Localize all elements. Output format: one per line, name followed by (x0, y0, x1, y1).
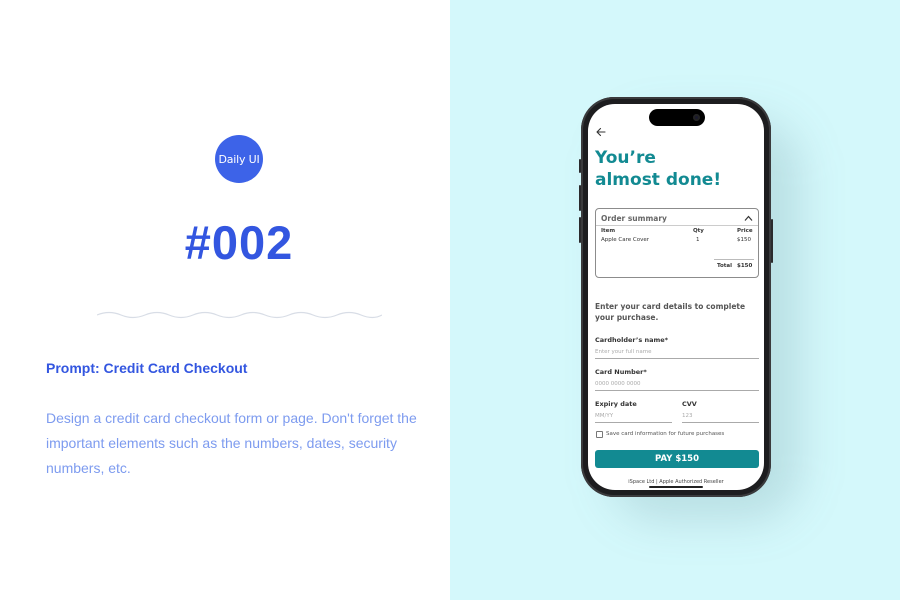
page-heading: You’re almost done! (595, 147, 721, 191)
pay-button[interactable]: PAY $150 (595, 450, 759, 468)
heading-line-1: You’re (595, 148, 656, 168)
phone-screen: You’re almost done! Order summary Item Q… (588, 104, 764, 490)
footer-text: iSpace Ltd | Apple Authorized Reseller (628, 479, 724, 485)
row-item: Apple Care Cover (601, 237, 649, 243)
total-divider (714, 259, 754, 260)
cardholder-name-input[interactable]: Enter your full name (595, 349, 651, 355)
phone-mute-button (579, 159, 581, 173)
heading-line-2: almost done! (595, 170, 722, 190)
column-header-item: Item (601, 228, 616, 234)
back-arrow-icon[interactable] (595, 126, 607, 138)
total-label: Total (717, 263, 733, 269)
column-header-price: Price (737, 228, 753, 234)
save-card-label: Save card information for future purchas… (606, 431, 725, 437)
left-panel: Daily UI #002 Prompt: Credit Card Checko… (0, 0, 450, 600)
expiry-date-underline (595, 422, 672, 423)
camera-icon (693, 114, 700, 121)
home-indicator (649, 486, 703, 488)
save-card-checkbox[interactable] (596, 431, 603, 438)
order-summary-title: Order summary (601, 214, 667, 223)
chevron-up-icon[interactable] (744, 215, 753, 222)
prompt-title: Prompt: Credit Card Checkout (46, 360, 248, 376)
right-panel: You’re almost done! Order summary Item Q… (450, 0, 900, 600)
card-details-instruction: Enter your card details to complete your… (595, 302, 746, 322)
card-number-input[interactable]: 0000 0000 0000 (595, 381, 641, 387)
column-header-qty: Qty (693, 228, 704, 234)
total-value: $150 (737, 263, 753, 269)
daily-ui-badge: Daily UI (215, 135, 263, 183)
summary-divider (596, 225, 758, 226)
prompt-description: Design a credit card checkout form or pa… (46, 410, 417, 476)
cardholder-name-label: Cardholder’s name* (595, 336, 669, 344)
dynamic-island (649, 109, 705, 126)
phone-mockup: You’re almost done! Order summary Item Q… (579, 97, 773, 497)
phone-volume-up-button (579, 185, 581, 211)
card-number-underline (595, 390, 759, 391)
wave-divider (97, 311, 382, 319)
order-summary-card[interactable]: Order summary Item Qty Price Apple Care … (595, 208, 759, 278)
phone-volume-down-button (579, 217, 581, 243)
cvv-label: CVV (682, 400, 697, 408)
cardholder-name-underline (595, 358, 759, 359)
card-number-label: Card Number* (595, 368, 647, 376)
row-qty: 1 (696, 237, 700, 243)
cvv-input[interactable]: 123 (682, 413, 693, 419)
phone-power-button (771, 219, 773, 263)
cvv-underline (682, 422, 759, 423)
expiry-date-input[interactable]: MM/YY (595, 413, 613, 419)
expiry-date-label: Expiry date (595, 400, 637, 408)
row-price: $150 (737, 237, 751, 243)
challenge-number: #002 (184, 216, 294, 269)
